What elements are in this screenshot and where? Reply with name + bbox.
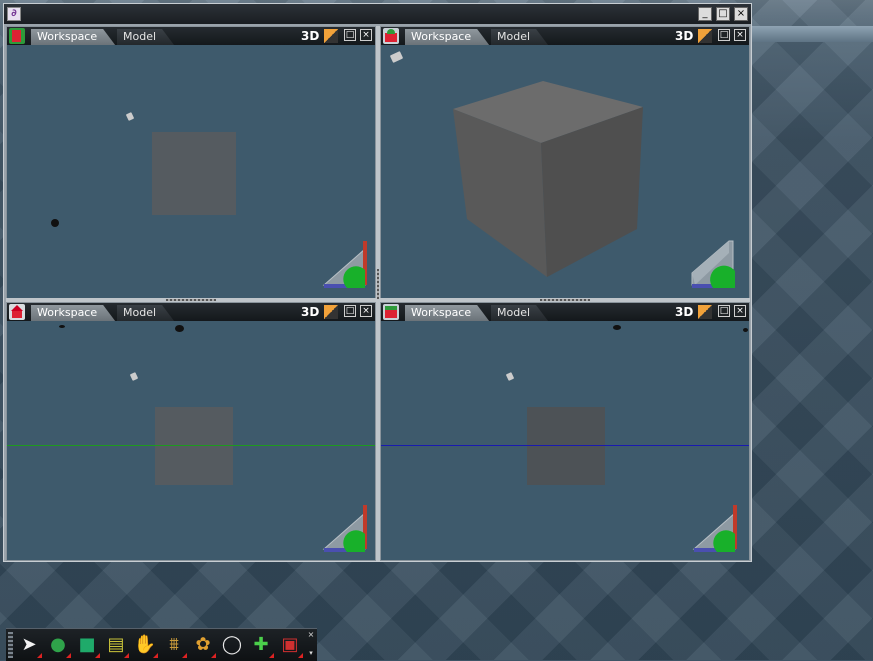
cube-side-view[interactable]	[527, 407, 605, 485]
minimize-button[interactable]: _	[698, 7, 712, 21]
top-view-icon[interactable]	[9, 304, 25, 320]
view-mode-flag-icon[interactable]	[324, 29, 338, 43]
viewport-top[interactable]: Workspace Model 3D □ ×	[6, 302, 376, 561]
camera-marker[interactable]	[743, 328, 748, 332]
toolbar-close-button[interactable]: ×	[307, 631, 315, 639]
toolbar-drag-handle[interactable]	[8, 632, 13, 658]
window-titlebar[interactable]: ∂ _ □ ×	[4, 4, 751, 24]
viewport-perspective[interactable]: Workspace Model 3D □ ×	[380, 26, 750, 301]
submenu-indicator	[153, 653, 158, 658]
cube-top-view[interactable]	[155, 407, 233, 485]
viewport-header: Workspace Model 3D □ ×	[7, 27, 375, 45]
maximize-button[interactable]: □	[716, 7, 730, 21]
axis-gizmo-icon[interactable]	[321, 503, 369, 555]
camera-marker[interactable]	[59, 325, 65, 328]
color-palette-glyph: ✿	[195, 634, 211, 655]
perspective-view-icon[interactable]	[383, 28, 399, 44]
view-mode-flag-icon[interactable]	[324, 305, 338, 319]
view-mode-label[interactable]: 3D	[675, 304, 693, 320]
viewport-front[interactable]: Workspace Model 3D □ ×	[6, 26, 376, 301]
cube-front-view[interactable]	[152, 132, 236, 215]
side-view-icon[interactable]	[383, 304, 399, 320]
background-menubar-strip	[750, 26, 873, 42]
viewport-header: Workspace Model 3D □ ×	[7, 303, 375, 321]
axis-gizmo-icon[interactable]	[691, 503, 739, 555]
viewport-close-button[interactable]: ×	[734, 305, 746, 317]
app-logo-icon: ∂	[7, 7, 21, 21]
viewport-maximize-button[interactable]: □	[344, 305, 356, 317]
viewport-maximize-button[interactable]: □	[718, 29, 730, 41]
close-button[interactable]: ×	[734, 7, 748, 21]
box-primitive-icon[interactable]: ■	[74, 632, 100, 658]
light-gizmo-icon[interactable]	[125, 112, 135, 121]
tab-model[interactable]: Model	[117, 29, 174, 45]
splitter-grip[interactable]	[377, 269, 379, 299]
tab-workspace[interactable]: Workspace	[31, 305, 115, 321]
view-mode-flag-icon[interactable]	[698, 305, 712, 319]
add-light-icon[interactable]: ✚	[248, 632, 274, 658]
torus-primitive-glyph: ◯	[221, 634, 243, 655]
select-tool-glyph: ➤	[21, 634, 37, 655]
submenu-indicator	[95, 653, 100, 658]
tab-model[interactable]: Model	[491, 305, 548, 321]
submenu-indicator	[37, 653, 42, 658]
tab-workspace[interactable]: Workspace	[405, 29, 489, 45]
layer-stack-icon[interactable]: ▤	[103, 632, 129, 658]
submenu-indicator	[211, 653, 216, 658]
stairs-tool-icon[interactable]: ⩩	[161, 632, 187, 658]
view-mode-label[interactable]: 3D	[301, 304, 319, 320]
light-gizmo-icon[interactable]	[389, 51, 404, 63]
camera-marker[interactable]	[175, 325, 184, 332]
gripper-tool-glyph: ✋	[133, 634, 157, 655]
view-mode-label[interactable]: 3D	[301, 28, 319, 44]
tab-workspace[interactable]: Workspace	[405, 305, 489, 321]
ground-axis-line	[7, 445, 375, 446]
axis-gizmo-icon[interactable]	[321, 239, 369, 291]
light-gizmo-icon[interactable]	[505, 372, 515, 381]
viewport-side[interactable]: Workspace Model 3D □ ×	[380, 302, 750, 561]
cube-perspective-view[interactable]	[447, 79, 647, 279]
submenu-indicator	[124, 653, 129, 658]
tools-toolbar: ➤ ● ■ ▤ ✋ ⩩ ✿ ◯ ✚ ▣ × ▾	[6, 628, 317, 661]
tab-model[interactable]: Model	[117, 305, 174, 321]
box-primitive-glyph: ■	[78, 634, 96, 655]
viewport-close-button[interactable]: ×	[360, 305, 372, 317]
splitter-grip[interactable]	[166, 299, 216, 301]
toolbar-more-button[interactable]: ▾	[307, 649, 315, 657]
layer-stack-glyph: ▤	[107, 634, 125, 655]
ground-axis-line	[381, 445, 749, 446]
viewport-maximize-button[interactable]: □	[718, 305, 730, 317]
material-sphere-icon[interactable]: ●	[45, 632, 71, 658]
tab-model[interactable]: Model	[491, 29, 548, 45]
viewport-maximize-button[interactable]: □	[344, 29, 356, 41]
viewport-window: ∂ _ □ × Workspace Model 3D □ × Workspace…	[3, 3, 752, 562]
view-mode-flag-icon[interactable]	[698, 29, 712, 43]
splitter-grip[interactable]	[540, 299, 590, 301]
material-sphere-glyph: ●	[50, 634, 66, 655]
submenu-indicator	[66, 653, 71, 658]
axis-gizmo-icon[interactable]	[689, 239, 737, 291]
submenu-indicator	[182, 653, 187, 658]
viewport-close-button[interactable]: ×	[360, 29, 372, 41]
toolbox-glyph: ▣	[281, 634, 299, 655]
color-palette-icon[interactable]: ✿	[190, 632, 216, 658]
viewport-header: Workspace Model 3D □ ×	[381, 303, 749, 321]
submenu-indicator	[269, 653, 274, 658]
camera-marker[interactable]	[51, 219, 59, 227]
view-mode-label[interactable]: 3D	[675, 28, 693, 44]
viewport-close-button[interactable]: ×	[734, 29, 746, 41]
submenu-indicator	[298, 653, 303, 658]
gripper-tool-icon[interactable]: ✋	[132, 632, 158, 658]
stairs-tool-glyph: ⩩	[169, 634, 179, 655]
front-view-icon[interactable]	[9, 28, 25, 44]
torus-primitive-icon[interactable]: ◯	[219, 632, 245, 658]
tab-workspace[interactable]: Workspace	[31, 29, 115, 45]
select-tool-icon[interactable]: ➤	[16, 632, 42, 658]
add-light-glyph: ✚	[253, 634, 269, 655]
light-gizmo-icon[interactable]	[129, 372, 139, 381]
viewport-header: Workspace Model 3D □ ×	[381, 27, 749, 45]
camera-marker[interactable]	[613, 325, 621, 330]
toolbox-icon[interactable]: ▣	[277, 632, 303, 658]
